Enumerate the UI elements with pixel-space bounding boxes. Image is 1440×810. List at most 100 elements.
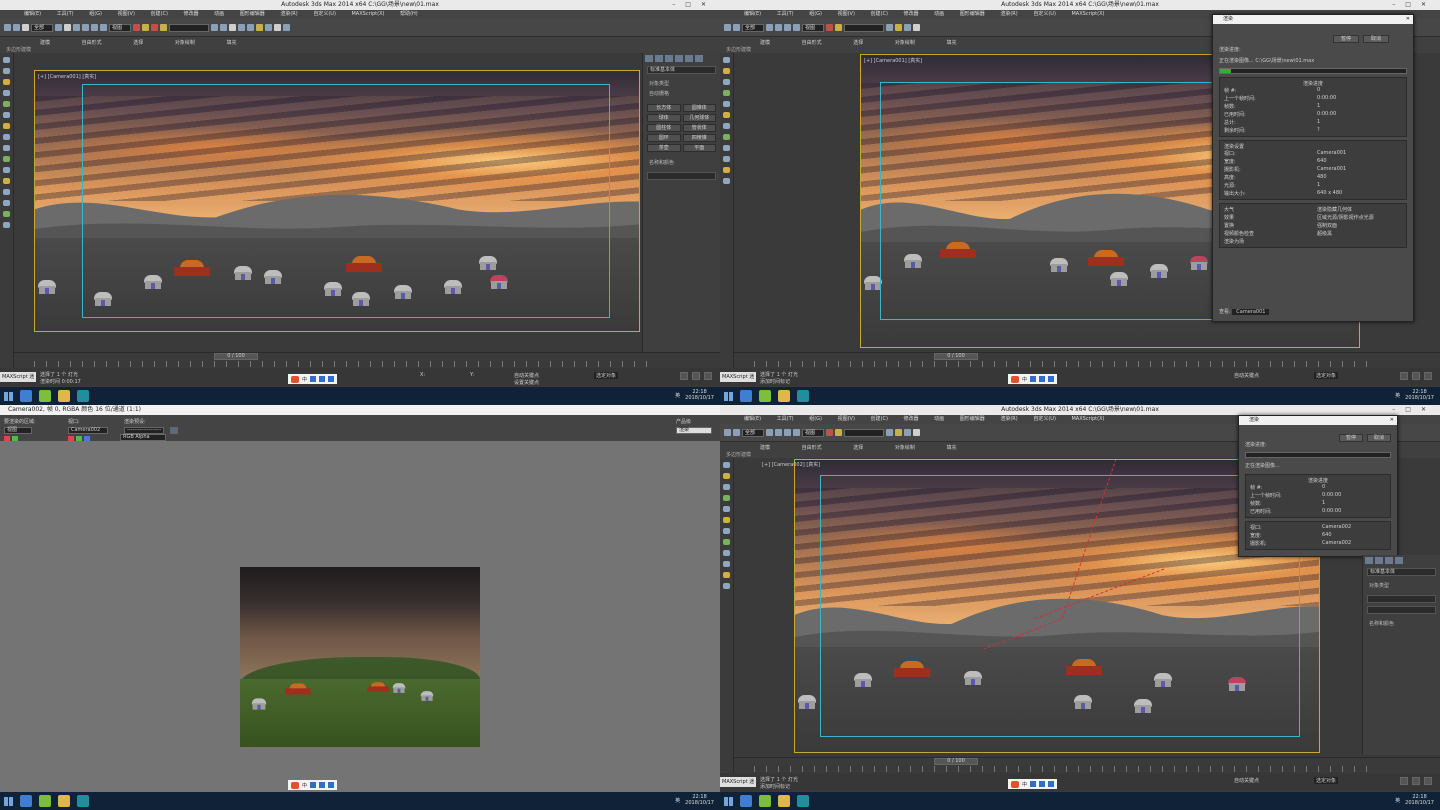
snap-icon[interactable] (133, 24, 140, 31)
link-icon[interactable] (22, 24, 29, 31)
viewport-label[interactable]: [+] [Camera002] [真实] (762, 461, 820, 468)
autogrid-checkbox[interactable]: 自动栅格 (643, 90, 720, 100)
3dsmax-icon[interactable] (77, 795, 89, 807)
clock[interactable]: 22:18 2018/10/17 (1405, 794, 1434, 806)
tool-icon[interactable] (3, 101, 10, 107)
menu-customize[interactable]: 自定义(U) (1033, 416, 1056, 422)
window-controls[interactable]: –□✕ (1392, 0, 1436, 10)
angle-snap-icon[interactable] (142, 24, 149, 31)
menu-maxscript[interactable]: MAXScript(X) (1071, 416, 1104, 422)
tool-icon[interactable] (723, 462, 730, 468)
app-icon[interactable] (759, 390, 771, 402)
teapot-button[interactable]: 茶壶 (647, 144, 681, 152)
scale-icon[interactable] (793, 24, 800, 31)
mirror-icon[interactable] (886, 429, 893, 436)
cylinder-button[interactable]: 圆柱体 (647, 124, 681, 132)
tool-icon[interactable] (3, 200, 10, 206)
ime-mode[interactable]: 中 (1022, 376, 1027, 383)
utilities-tab-icon[interactable] (695, 55, 703, 62)
viewport-dropdown[interactable]: Camera002 (68, 427, 108, 434)
windows-start-icon[interactable] (724, 391, 733, 401)
ime-mode[interactable]: 中 (302, 782, 307, 789)
lang-indicator[interactable]: 英 (675, 797, 680, 804)
menu-tools[interactable]: 工具(T) (777, 416, 794, 422)
primitive-type-dropdown[interactable]: 标准基本体 (1367, 568, 1436, 576)
ribbon-tab-modeling[interactable]: 建模 (760, 40, 770, 46)
zoom-icon[interactable] (704, 372, 712, 380)
menu-views[interactable]: 视图(V) (118, 11, 135, 17)
menu-group[interactable]: 组(G) (809, 416, 822, 422)
play-icon[interactable] (680, 372, 688, 380)
time-ruler[interactable] (754, 766, 1374, 772)
tool-icon[interactable] (723, 528, 730, 534)
ribbon-tab-freeform[interactable]: 自由形式 (82, 40, 102, 46)
tool-icon[interactable] (723, 473, 730, 479)
hierarchy-tab-icon[interactable] (665, 55, 673, 62)
tool-icon[interactable] (3, 123, 10, 129)
zoom-icon[interactable] (1424, 777, 1432, 785)
reference-coord[interactable]: 视图 (802, 428, 824, 437)
menu-create[interactable]: 创建(C) (151, 11, 168, 17)
app-icon[interactable] (759, 795, 771, 807)
menu-tools[interactable]: 工具(T) (777, 11, 794, 17)
folder-icon[interactable] (778, 795, 790, 807)
material-editor-icon[interactable] (895, 429, 902, 436)
parameter-field[interactable] (1367, 595, 1436, 603)
selection-filter[interactable]: 全部 (742, 23, 764, 32)
tool-icon[interactable] (723, 550, 730, 556)
render-setup-icon[interactable] (265, 24, 272, 31)
move-icon[interactable] (775, 24, 782, 31)
time-ruler[interactable] (34, 361, 654, 367)
ime-mode[interactable]: 中 (302, 376, 307, 383)
menu-group[interactable]: 组(G) (89, 11, 102, 17)
menu-animation[interactable]: 动画 (934, 416, 944, 422)
snap-icon[interactable] (826, 429, 833, 436)
menu-customize[interactable]: 自定义(U) (1033, 11, 1056, 17)
material-editor-icon[interactable] (256, 24, 263, 31)
tool-icon[interactable] (3, 167, 10, 173)
render-icon[interactable] (283, 24, 290, 31)
render-icon[interactable] (913, 429, 920, 436)
3dsmax-icon[interactable] (77, 390, 89, 402)
tool-icon[interactable] (723, 123, 730, 129)
tool-icon[interactable] (3, 134, 10, 140)
tool-icon[interactable] (723, 583, 730, 589)
viewport-scene[interactable]: [+] [Camera001] [真实] (34, 70, 640, 332)
next-frame-icon[interactable] (692, 372, 700, 380)
tool-icon[interactable] (3, 156, 10, 162)
app-icon[interactable] (20, 390, 32, 402)
tool-icon[interactable] (3, 57, 10, 63)
menu-edit[interactable]: 编辑(E) (744, 11, 761, 17)
autokey-button[interactable]: 自动关键点 (514, 372, 539, 379)
redo-icon[interactable] (733, 24, 740, 31)
rotate-icon[interactable] (784, 429, 791, 436)
ribbon-tab-modeling[interactable]: 建模 (40, 40, 50, 46)
ribbon-tab-freeform[interactable]: 自由形式 (802, 445, 822, 451)
menu-modifiers[interactable]: 修改器 (904, 11, 919, 17)
tool-icon[interactable] (723, 561, 730, 567)
menu-graph-editors[interactable]: 图形编辑器 (960, 416, 985, 422)
tool-icon[interactable] (3, 145, 10, 151)
close-icon[interactable]: ✕ (1406, 15, 1410, 24)
tool-icon[interactable] (723, 101, 730, 107)
lang-indicator[interactable]: 英 (675, 392, 680, 399)
align-icon[interactable] (220, 24, 227, 31)
maxscript-listener[interactable]: MAXScript 迷 (720, 777, 756, 787)
mirror-icon[interactable] (886, 24, 893, 31)
rotate-icon[interactable] (91, 24, 98, 31)
ribbon-tab-populate[interactable]: 填充 (946, 445, 956, 451)
render-button[interactable]: 渲染 (676, 427, 712, 434)
play-icon[interactable] (1400, 372, 1408, 380)
key-filter-dropdown[interactable]: 选定对象 (594, 372, 619, 379)
cone-button[interactable]: 圆锥体 (682, 104, 716, 112)
display-tab-icon[interactable] (685, 55, 693, 62)
option-checkbox[interactable]: 渲染隐藏几何体 (1317, 206, 1402, 213)
tool-icon[interactable] (723, 145, 730, 151)
maxscript-listener[interactable]: MAXScript 迷 (720, 372, 756, 382)
menu-rendering[interactable]: 渲染(R) (1000, 416, 1017, 422)
render-setup-icon[interactable] (904, 429, 911, 436)
curve-editor-icon[interactable] (238, 24, 245, 31)
motion-tab-icon[interactable] (1395, 557, 1403, 564)
rect-select-icon[interactable] (73, 24, 80, 31)
sphere-button[interactable]: 球体 (647, 114, 681, 122)
